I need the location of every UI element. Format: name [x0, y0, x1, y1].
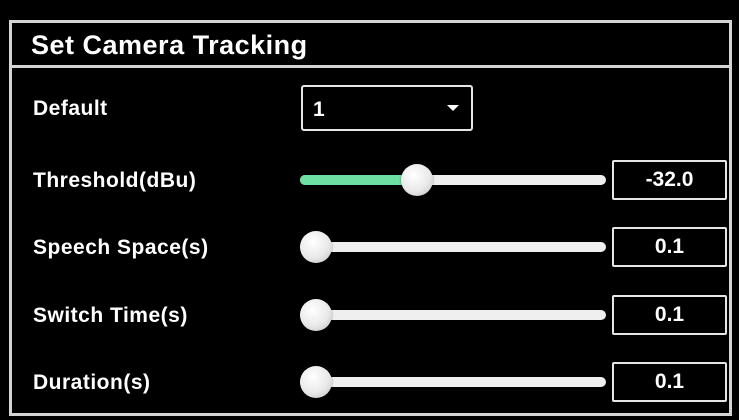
- switch-time-value-field[interactable]: 0.1: [612, 295, 727, 335]
- duration-slider-track: [300, 377, 606, 387]
- default-label: Default: [33, 97, 108, 120]
- switch-time-slider-track: [300, 310, 606, 320]
- threshold-label: Threshold(dBu): [33, 169, 197, 192]
- duration-slider-thumb[interactable]: [300, 366, 332, 398]
- default-select-value: 1: [313, 98, 325, 121]
- threshold-slider-fill: [300, 175, 418, 185]
- speech-space-slider-thumb[interactable]: [300, 231, 332, 263]
- switch-time-label: Switch Time(s): [33, 304, 188, 327]
- speech-space-label: Speech Space(s): [33, 236, 209, 259]
- duration-value-field[interactable]: 0.1: [612, 362, 727, 402]
- duration-slider[interactable]: [300, 366, 606, 398]
- speech-space-slider[interactable]: [300, 231, 606, 263]
- threshold-slider-thumb[interactable]: [401, 164, 434, 196]
- switch-time-slider[interactable]: [300, 299, 606, 331]
- dialog-title: Set Camera Tracking: [31, 30, 308, 60]
- threshold-slider[interactable]: [300, 164, 606, 196]
- dialog-title-bar: Set Camera Tracking: [12, 23, 729, 68]
- default-select[interactable]: 1: [301, 85, 473, 131]
- duration-label: Duration(s): [33, 371, 151, 394]
- speech-space-slider-track: [300, 242, 606, 252]
- caret-down-icon: [447, 105, 459, 111]
- camera-tracking-dialog: Set Camera Tracking Default 1 Threshold(…: [9, 20, 732, 416]
- speech-space-value-field[interactable]: 0.1: [612, 227, 727, 267]
- switch-time-slider-thumb[interactable]: [300, 299, 332, 331]
- threshold-value-field[interactable]: -32.0: [612, 160, 727, 200]
